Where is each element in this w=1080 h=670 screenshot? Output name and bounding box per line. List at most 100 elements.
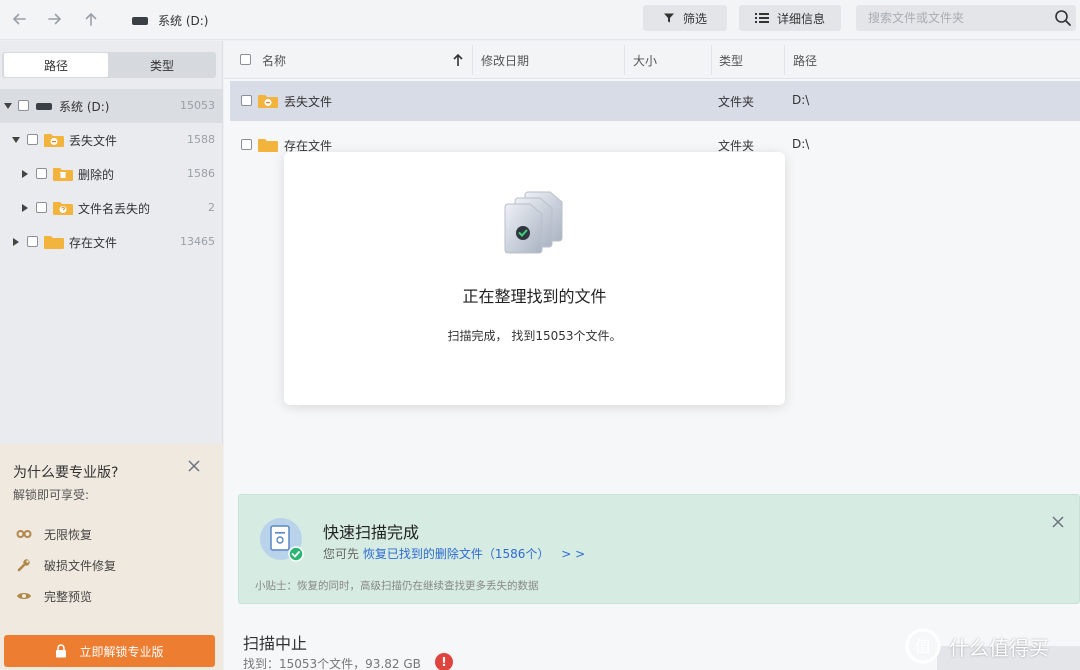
up-button[interactable] [78, 7, 104, 31]
pro-upsell-panel: 为什么要专业版? 解锁即可享受: 无限恢复 破损文件修复 完整预览 立即解锁专业… [0, 444, 223, 670]
column-modified[interactable]: 修改日期 [481, 41, 529, 79]
column-divider[interactable] [711, 45, 712, 75]
back-button[interactable] [6, 7, 32, 31]
perk-label: 完整预览 [44, 589, 93, 604]
row-type: 文件夹 [718, 95, 755, 109]
detail-view-button[interactable]: 详细信息 [739, 5, 841, 31]
tree-item-label: 丢失文件 [69, 134, 118, 148]
lost-folder-icon [258, 95, 278, 108]
tree-item-count: 1588 [187, 133, 215, 146]
expand-right-icon[interactable] [21, 170, 29, 178]
tree-item-count: 15053 [180, 99, 215, 112]
unlock-pro-label: 立即解锁专业版 [79, 644, 164, 659]
row-checkbox[interactable] [241, 139, 252, 150]
expand-down-icon[interactable] [4, 102, 12, 110]
tree-item-label: 文件名丢失的 [78, 202, 151, 216]
arrow-right-icon [48, 13, 62, 25]
tree-checkbox[interactable] [27, 134, 38, 145]
search-input[interactable] [856, 5, 1076, 31]
column-divider[interactable] [624, 45, 625, 75]
column-header: 名称 修改日期 大小 类型 路径 [224, 41, 1080, 79]
tree-checkbox[interactable] [27, 236, 38, 247]
deleted-folder-icon [53, 168, 73, 181]
table-row[interactable]: 丢失文件 文件夹 D:\ [230, 81, 1080, 121]
infinity-icon [16, 530, 32, 538]
tree-item-label: 存在文件 [69, 236, 118, 250]
folder-icon [258, 139, 278, 152]
tree-item-lost-files[interactable]: 丢失文件 1588 [0, 123, 223, 157]
close-icon[interactable] [186, 458, 202, 474]
tree-item-name-lost[interactable]: 文件名丢失的 2 [0, 191, 223, 225]
drive-icon [36, 103, 52, 110]
column-divider[interactable] [784, 45, 785, 75]
progress-dialog: 正在整理找到的文件 扫描完成， 找到15053个文件。 [284, 152, 785, 405]
arrow-left-icon [12, 13, 26, 25]
alert-icon[interactable]: ! [435, 653, 453, 670]
tab-type[interactable]: 类型 [110, 53, 214, 77]
watermark-logo-icon: 值 [905, 628, 941, 664]
forward-button[interactable] [42, 7, 68, 31]
recover-deleted-link[interactable]: 恢复已找到的删除文件（1586个） [363, 547, 550, 561]
dialog-message: 扫描完成， 找到15053个文件。 [447, 329, 622, 343]
perk-label: 无限恢复 [44, 527, 93, 542]
tree-item-count: 2 [208, 201, 215, 214]
close-icon[interactable] [1050, 514, 1066, 530]
tree-item-drive[interactable]: 系统 (D:) 15053 [0, 89, 223, 123]
pro-panel-subtitle: 解锁即可享受: [13, 488, 90, 502]
row-checkbox[interactable] [241, 95, 252, 106]
notice-title: 快速扫描完成 [323, 523, 420, 542]
column-type[interactable]: 类型 [719, 41, 743, 79]
perk-full-preview: 完整预览 [16, 586, 92, 606]
notice-line: 您可先 恢复已找到的删除文件（1586个） > > [323, 545, 585, 562]
sidebar: 路径 类型 系统 (D:) 15053 丢失文件 1588 删除的 1586 文… [0, 41, 223, 670]
search-icon[interactable] [1054, 9, 1072, 27]
unknown-folder-icon [53, 202, 73, 215]
watermark-text: 什么值得买 [949, 635, 1049, 660]
top-toolbar: 系统 (D:) 筛选 详细信息 [0, 0, 1080, 40]
select-all-checkbox[interactable] [240, 54, 251, 65]
unlock-pro-button[interactable]: 立即解锁专业版 [4, 635, 215, 667]
scan-complete-notice: 快速扫描完成 您可先 恢复已找到的删除文件（1586个） > > 小贴士：恢复的… [238, 494, 1080, 604]
tree-checkbox[interactable] [18, 100, 29, 111]
perk-unlimited-recovery: 无限恢复 [16, 524, 92, 544]
column-divider[interactable] [472, 45, 473, 75]
folder-icon [44, 236, 64, 249]
expand-right-icon[interactable] [21, 204, 29, 212]
notice-tip: 小贴士：恢复的同时，高级扫描仍在继续查找更多丢失的数据 [255, 580, 539, 592]
tree-checkbox[interactable] [36, 168, 47, 179]
tree-item-existing-files[interactable]: 存在文件 13465 [0, 225, 223, 259]
watermark: 值 什么值得买 [905, 622, 1080, 670]
expand-down-icon[interactable] [12, 136, 20, 144]
list-icon [754, 13, 769, 23]
row-path: D:\ [792, 93, 810, 107]
filter-button[interactable]: 筛选 [643, 5, 727, 31]
expand-right-icon[interactable] [12, 238, 20, 246]
column-size[interactable]: 大小 [633, 41, 657, 79]
notice-arrows[interactable]: > > [561, 547, 585, 561]
row-path: D:\ [792, 137, 810, 151]
lock-icon [56, 644, 67, 658]
eye-icon [17, 593, 31, 599]
column-name[interactable]: 名称 [262, 41, 286, 79]
notice-prefix: 您可先 [323, 547, 360, 561]
tree-item-deleted[interactable]: 删除的 1586 [0, 157, 223, 191]
breadcrumb-drive-label: 系统 (D:) [158, 13, 209, 28]
detail-view-label: 详细信息 [776, 11, 825, 26]
tab-path[interactable]: 路径 [4, 53, 108, 77]
tree-item-count: 1586 [187, 167, 215, 180]
filter-button-label: 筛选 [682, 11, 707, 26]
pro-panel-title: 为什么要专业版? [13, 465, 119, 481]
wrench-icon [17, 559, 30, 572]
row-name: 丢失文件 [284, 95, 333, 109]
perk-label: 破损文件修复 [44, 558, 117, 573]
perk-file-repair: 破损文件修复 [16, 555, 116, 575]
column-path[interactable]: 路径 [793, 41, 817, 79]
view-mode-switch: 路径 类型 [2, 52, 216, 78]
sort-asc-icon[interactable] [452, 53, 464, 67]
file-stack-icon [504, 191, 563, 254]
breadcrumb[interactable]: 系统 (D:) [132, 10, 208, 30]
tree-item-count: 13465 [180, 235, 215, 248]
filter-icon [663, 13, 674, 23]
tree-checkbox[interactable] [36, 202, 47, 213]
drive-icon [132, 17, 148, 25]
